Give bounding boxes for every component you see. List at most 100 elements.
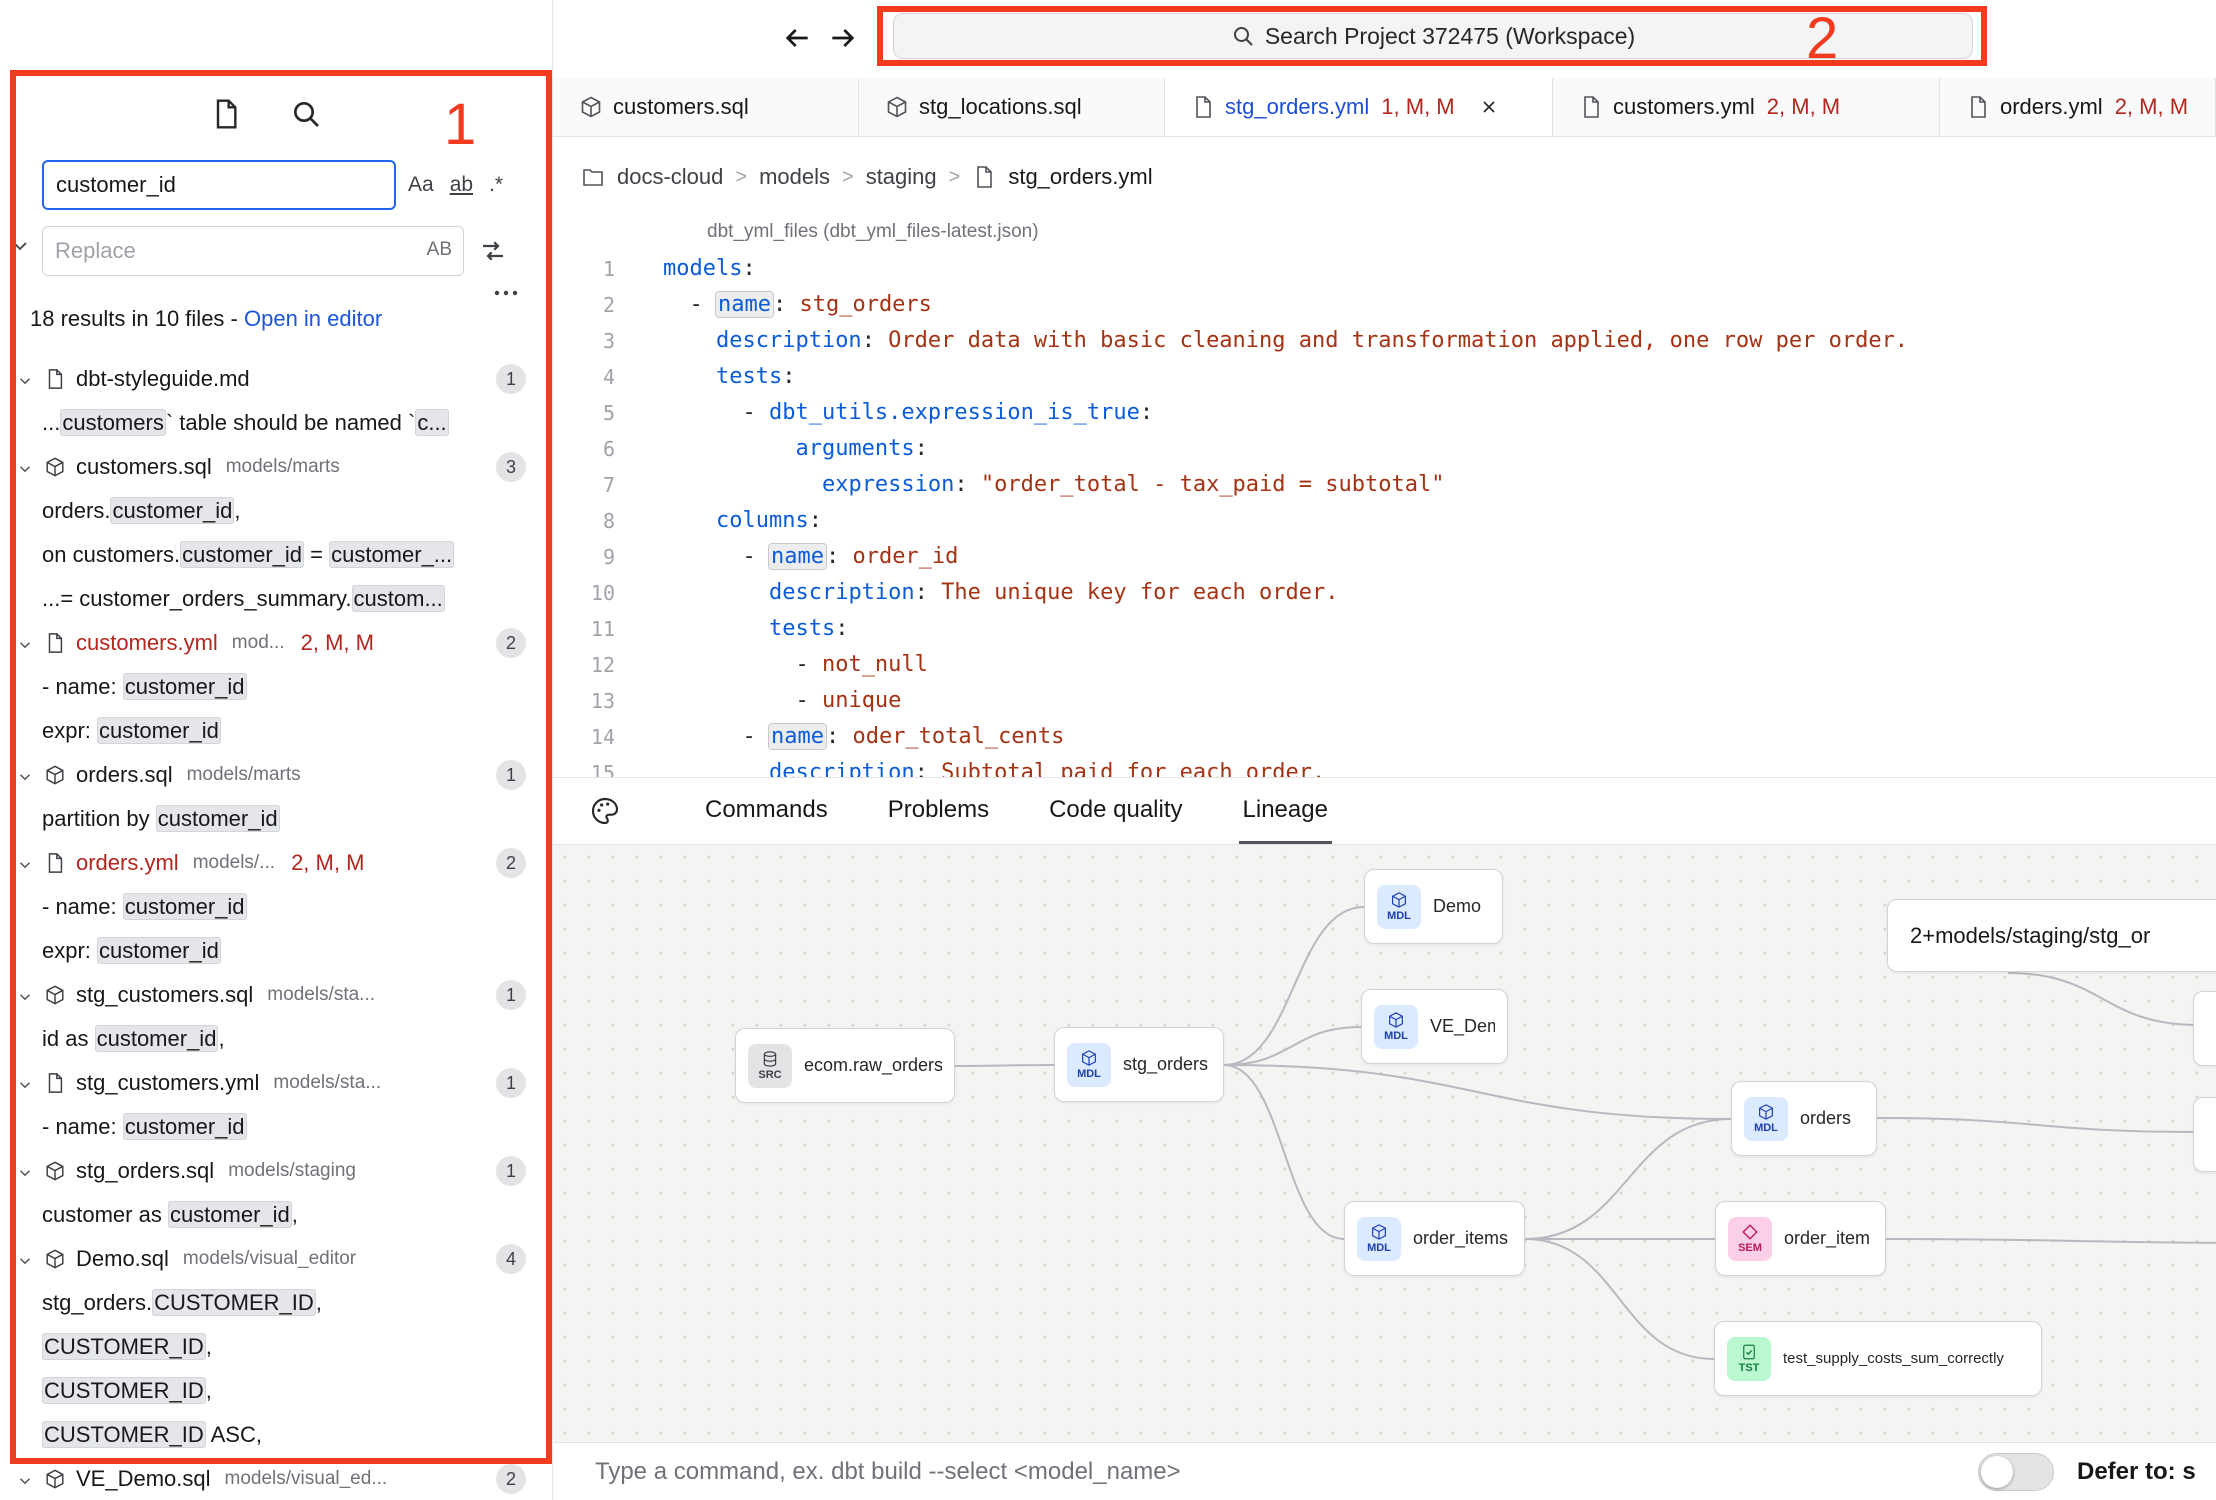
code-line[interactable]: 5 - dbt_utils.expression_is_true: bbox=[553, 395, 2216, 431]
code-line[interactable]: 2 - name: stg_orders bbox=[553, 287, 2216, 323]
line-number: 9 bbox=[553, 539, 643, 575]
dbt-ide-window: Aa ab .* AB 18 results in 10 files - Ope… bbox=[0, 0, 2216, 1500]
back-arrow-icon[interactable] bbox=[781, 22, 813, 54]
lineage-node-order_item[interactable]: SEMorder_item bbox=[1715, 1201, 1886, 1276]
file-result-row[interactable]: orders.ymlmodels/...2, M, M2 bbox=[0, 841, 552, 885]
lineage-node-ecom.raw_orders[interactable]: SRCecom.raw_orders bbox=[735, 1028, 955, 1103]
chevron-down-icon[interactable] bbox=[16, 370, 34, 388]
preserve-case-toggle[interactable]: AB bbox=[427, 239, 452, 261]
palette-icon[interactable] bbox=[589, 795, 621, 827]
panel-tab-lineage[interactable]: Lineage bbox=[1239, 778, 1332, 844]
chevron-down-icon[interactable] bbox=[8, 234, 32, 258]
defer-toggle[interactable] bbox=[1978, 1453, 2054, 1491]
code-line[interactable]: 15 description: Subtotal paid for each o… bbox=[553, 755, 2216, 777]
match-row[interactable]: - name: customer_id bbox=[0, 665, 552, 709]
file-result-row[interactable]: Demo.sqlmodels/visual_editor4 bbox=[0, 1237, 552, 1281]
chevron-down-icon[interactable] bbox=[16, 766, 34, 784]
chevron-down-icon[interactable] bbox=[16, 1250, 34, 1268]
regex-toggle[interactable]: .* bbox=[489, 173, 503, 197]
file-result-row[interactable]: VE_Demo.sqlmodels/visual_ed...2 bbox=[0, 1457, 552, 1500]
tab-stg_locations.sql[interactable]: stg_locations.sql bbox=[859, 78, 1165, 136]
match-row[interactable]: CUSTOMER_ID ASC, bbox=[0, 1413, 552, 1457]
project-search-bar[interactable]: Search Project 372475 (Workspace) bbox=[893, 13, 1973, 59]
lineage-node-Demo[interactable]: MDLDemo bbox=[1364, 869, 1503, 944]
match-row[interactable]: ...customers` table should be named `c..… bbox=[0, 401, 552, 445]
lineage-node-orders[interactable]: MDLorders bbox=[1731, 1081, 1877, 1156]
whole-word-toggle[interactable]: ab bbox=[450, 173, 473, 197]
tab-orders.yml[interactable]: orders.yml2, M, M bbox=[1940, 78, 2216, 136]
match-row[interactable]: expr: customer_id bbox=[0, 709, 552, 753]
file-result-row[interactable]: customers.ymlmod...2, M, M2 bbox=[0, 621, 552, 665]
chevron-down-icon[interactable] bbox=[16, 1074, 34, 1092]
chevron-down-icon[interactable] bbox=[16, 854, 34, 872]
file-result-row[interactable]: stg_orders.sqlmodels/staging1 bbox=[0, 1149, 552, 1193]
lineage-node-stg_orders[interactable]: MDLstg_orders bbox=[1054, 1027, 1224, 1102]
breadcrumb-item[interactable]: staging bbox=[866, 164, 937, 190]
code-line[interactable]: 14 - name: oder_total_cents bbox=[553, 719, 2216, 755]
close-icon[interactable] bbox=[1479, 97, 1499, 117]
file-result-row[interactable]: stg_customers.ymlmodels/sta...1 bbox=[0, 1061, 552, 1105]
tab-customers.sql[interactable]: customers.sql bbox=[553, 78, 859, 136]
panel-tab-problems[interactable]: Problems bbox=[884, 778, 993, 844]
match-row[interactable]: on customers.customer_id = customer_... bbox=[0, 533, 552, 577]
match-row[interactable]: CUSTOMER_ID, bbox=[0, 1369, 552, 1413]
match-row[interactable]: orders.customer_id, bbox=[0, 489, 552, 533]
more-actions-icon[interactable] bbox=[492, 282, 520, 304]
match-row[interactable]: expr: customer_id bbox=[0, 929, 552, 973]
lineage-node-partial[interactable] bbox=[2193, 1097, 2216, 1172]
open-in-editor-link[interactable]: Open in editor bbox=[244, 306, 382, 331]
code-line[interactable]: 13 - unique bbox=[553, 683, 2216, 719]
file-explorer-icon[interactable] bbox=[210, 98, 242, 130]
replace-input[interactable] bbox=[42, 226, 464, 276]
lineage-node-order_items[interactable]: MDLorder_items bbox=[1344, 1201, 1525, 1276]
file-result-row[interactable]: customers.sqlmodels/marts3 bbox=[0, 445, 552, 489]
tab-customers.yml[interactable]: customers.yml2, M, M bbox=[1553, 78, 1940, 136]
breadcrumb-item[interactable]: models bbox=[759, 164, 830, 190]
lineage-node-VE_Demo[interactable]: MDLVE_Demo bbox=[1361, 989, 1508, 1064]
match-row[interactable]: - name: customer_id bbox=[0, 1105, 552, 1149]
chevron-down-icon[interactable] bbox=[16, 986, 34, 1004]
code-line[interactable]: 3 description: Order data with basic cle… bbox=[553, 323, 2216, 359]
chevron-down-icon[interactable] bbox=[16, 1162, 34, 1180]
panel-tab-commands[interactable]: Commands bbox=[701, 778, 832, 844]
file-result-row[interactable]: orders.sqlmodels/marts1 bbox=[0, 753, 552, 797]
lineage-node-partial[interactable] bbox=[2193, 991, 2216, 1066]
chevron-down-icon[interactable] bbox=[16, 1470, 34, 1488]
code-editor[interactable]: dbt_yml_files (dbt_yml_files-latest.json… bbox=[553, 207, 2216, 777]
chevron-down-icon[interactable] bbox=[16, 634, 34, 652]
lineage-selection-label[interactable]: 2+models/staging/stg_or bbox=[1887, 899, 2216, 972]
replace-all-icon[interactable] bbox=[478, 236, 508, 266]
file-result-row[interactable]: dbt-styleguide.md1 bbox=[0, 357, 552, 401]
chevron-down-icon[interactable] bbox=[16, 458, 34, 476]
match-row[interactable]: stg_orders.CUSTOMER_ID, bbox=[0, 1281, 552, 1325]
match-row[interactable]: ...= customer_orders_summary.custom... bbox=[0, 577, 552, 621]
code-line[interactable]: 1models: bbox=[553, 251, 2216, 287]
code-line[interactable]: 6 arguments: bbox=[553, 431, 2216, 467]
panel-tab-code-quality[interactable]: Code quality bbox=[1045, 778, 1186, 844]
lineage-edge bbox=[1224, 1065, 1344, 1239]
search-input[interactable] bbox=[42, 160, 396, 210]
code-line[interactable]: 7 expression: "order_total - tax_paid = … bbox=[553, 467, 2216, 503]
code-line[interactable]: 12 - not_null bbox=[553, 647, 2216, 683]
file-result-row[interactable]: stg_customers.sqlmodels/sta...1 bbox=[0, 973, 552, 1017]
match-row[interactable]: id as customer_id, bbox=[0, 1017, 552, 1061]
match-case-toggle[interactable]: Aa bbox=[408, 173, 434, 197]
file-name: orders.yml bbox=[76, 850, 179, 876]
command-bar[interactable]: Type a command, ex. dbt build --select <… bbox=[553, 1442, 2216, 1500]
code-line[interactable]: 10 description: The unique key for each … bbox=[553, 575, 2216, 611]
code-line[interactable]: 9 - name: order_id bbox=[553, 539, 2216, 575]
code-line[interactable]: 11 tests: bbox=[553, 611, 2216, 647]
code-line[interactable]: 8 columns: bbox=[553, 503, 2216, 539]
forward-arrow-icon[interactable] bbox=[827, 22, 859, 54]
match-row[interactable]: CUSTOMER_ID, bbox=[0, 1325, 552, 1369]
match-row[interactable]: - name: customer_id bbox=[0, 885, 552, 929]
lineage-node-test_supply_costs_sum_correctly[interactable]: TSTtest_supply_costs_sum_correctly bbox=[1714, 1321, 2042, 1396]
match-row[interactable]: partition by customer_id bbox=[0, 797, 552, 841]
code-line[interactable]: 4 tests: bbox=[553, 359, 2216, 395]
lineage-graph[interactable]: 2+models/staging/stg_or SRCecom.raw_orde… bbox=[553, 845, 2216, 1442]
search-view-icon[interactable] bbox=[290, 98, 322, 130]
match-row[interactable]: customer as customer_id, bbox=[0, 1193, 552, 1237]
breadcrumb-item[interactable]: docs-cloud bbox=[617, 164, 723, 190]
node-kind-label: MDL bbox=[1367, 1242, 1391, 1254]
tab-stg_orders.yml[interactable]: stg_orders.yml1, M, M bbox=[1165, 78, 1553, 136]
